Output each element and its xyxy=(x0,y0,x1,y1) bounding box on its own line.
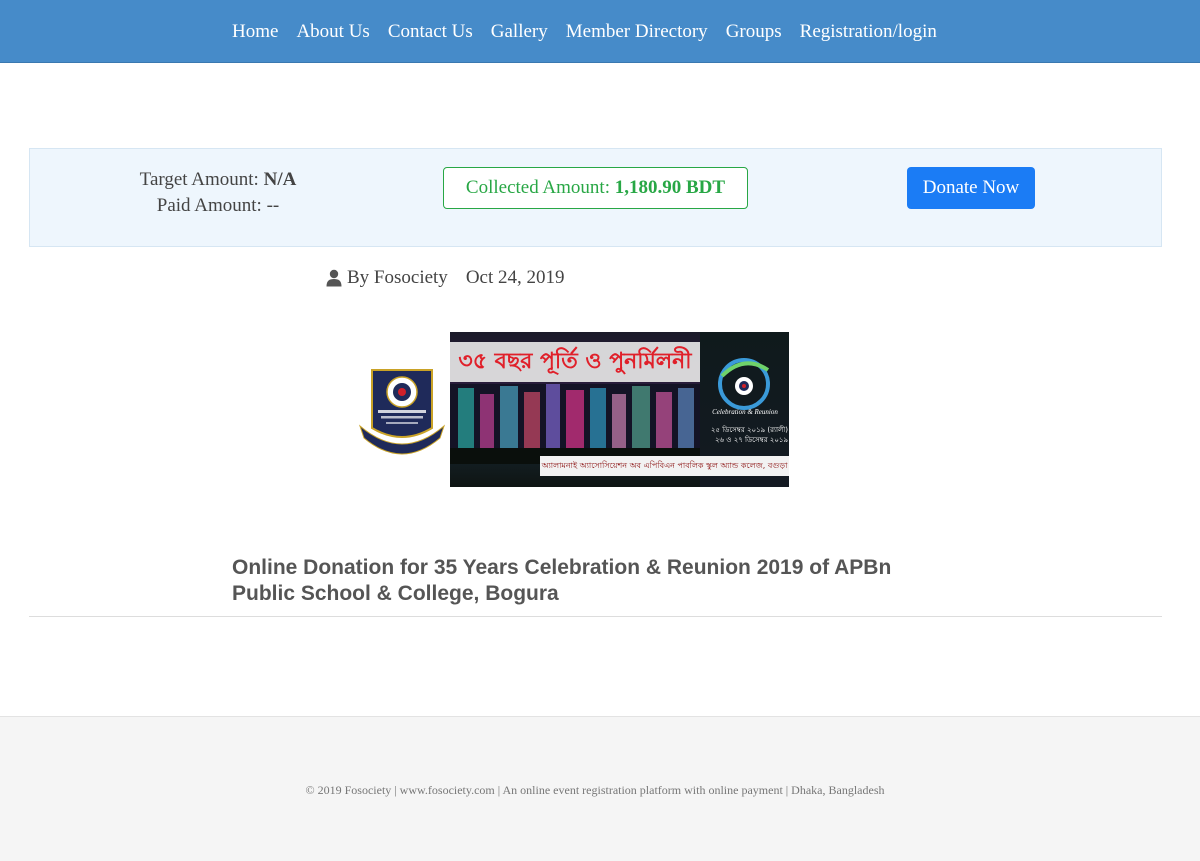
paid-amount-label: Paid Amount: xyxy=(156,195,262,216)
nav-groups[interactable]: Groups xyxy=(726,19,782,45)
collected-amount-label: Collected Amount: xyxy=(465,177,610,198)
content-divider xyxy=(29,616,1162,617)
paid-amount-value: -- xyxy=(266,195,280,216)
user-icon xyxy=(326,269,342,287)
donation-panel: Target Amount: N/A Paid Amount: -- Colle… xyxy=(29,148,1162,247)
footer-text: © 2019 Fosociety | www.fosociety.com | A… xyxy=(305,783,885,797)
post-author: By Fosociety xyxy=(347,267,448,288)
celebration-reunion-text: Celebration & Reunion xyxy=(712,408,778,416)
nav-gallery[interactable]: Gallery xyxy=(491,19,548,45)
banner-date-line-2: ২৬ ও ২৭ ডিসেম্বর ২০১৯ xyxy=(714,436,788,444)
paid-amount: Paid Amount: -- xyxy=(98,193,338,219)
festival-lights-illustration xyxy=(450,384,700,464)
post-date: Oct 24, 2019 xyxy=(465,267,565,288)
post-meta: By Fosociety Oct 24, 2019 xyxy=(326,267,565,289)
nav-home[interactable]: Home xyxy=(232,19,278,45)
collected-amount-value: 1,180.90 BDT xyxy=(614,177,726,198)
nav-about-us[interactable]: About Us xyxy=(296,19,369,45)
top-navbar: Home About Us Contact Us Gallery Member … xyxy=(0,0,1200,63)
collected-amount-box: Collected Amount: 1,180.90 BDT xyxy=(443,167,748,209)
event-banner: ৩৫ বছর পূর্তি ও পুনর্মিলনী Celebration &… xyxy=(450,332,789,487)
banner-bottom-text: অ্যালামনাই অ্যাসোসিয়েশন অব এপিবিএন পাবল… xyxy=(540,456,789,476)
nav-menu: Home About Us Contact Us Gallery Member … xyxy=(232,19,955,45)
page-footer: © 2019 Fosociety | www.fosociety.com | A… xyxy=(0,716,1200,861)
donate-now-button[interactable]: Donate Now xyxy=(907,167,1035,209)
35-years-logo-icon xyxy=(718,358,770,410)
post-title: Online Donation for 35 Years Celebration… xyxy=(232,556,892,605)
nav-registration-login[interactable]: Registration/login xyxy=(800,19,937,45)
target-amount-label: Target Amount: xyxy=(139,169,259,190)
banner-title: ৩৫ বছর পূর্তি ও পুনর্মিলনী xyxy=(450,342,700,382)
amounts-summary: Target Amount: N/A Paid Amount: -- xyxy=(98,167,338,219)
school-emblem-icon xyxy=(358,369,446,455)
target-amount: Target Amount: N/A xyxy=(98,167,338,193)
nav-member-directory[interactable]: Member Directory xyxy=(566,19,708,45)
target-amount-value: N/A xyxy=(263,169,297,190)
nav-contact-us[interactable]: Contact Us xyxy=(388,19,473,45)
